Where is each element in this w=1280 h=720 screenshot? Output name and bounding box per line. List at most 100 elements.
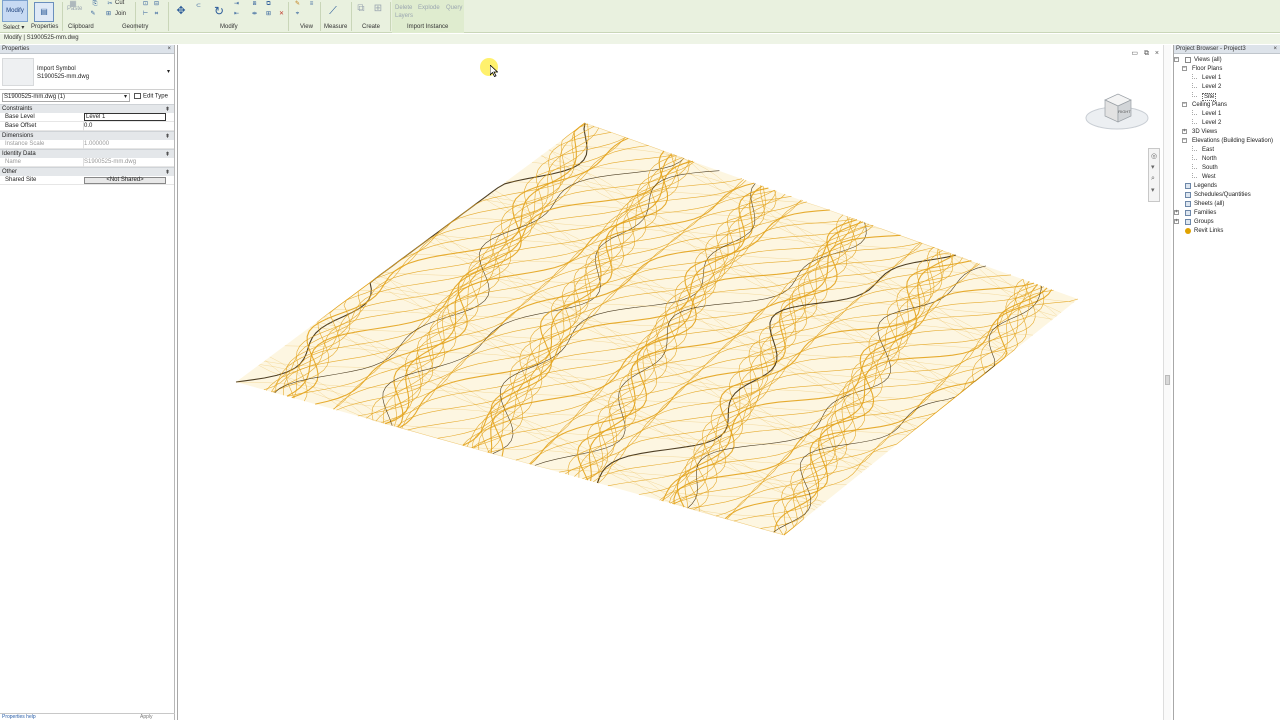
section-other[interactable]: Other ⇞	[0, 167, 174, 176]
browser-node[interactable]: Level 2	[1174, 83, 1280, 92]
hide-icon[interactable]: ⌖	[293, 10, 302, 18]
mirror-icon[interactable]: ⧈	[250, 0, 259, 8]
collapse-icon[interactable]: −	[1182, 66, 1187, 71]
canvas-scrollbar[interactable]	[1163, 45, 1171, 720]
apply-button[interactable]: Apply	[140, 714, 153, 720]
chevron-down-icon[interactable]: ▾	[1151, 186, 1155, 194]
browser-node[interactable]: Legends	[1174, 182, 1280, 191]
collapse-icon[interactable]: ⇞	[165, 151, 170, 158]
override-graphics-icon[interactable]: ✎	[293, 0, 302, 8]
move-icon[interactable]: ✥	[174, 4, 188, 18]
wall-joins-icon[interactable]: ⊢	[141, 10, 150, 18]
close-icon[interactable]: ×	[167, 46, 171, 52]
import-instance-panel: Delete Layers Explode Query Import Insta…	[392, 0, 464, 33]
properties-help-link[interactable]: Properties help	[2, 714, 36, 720]
browser-node[interactable]: − Views (all)	[1174, 56, 1280, 65]
viewcube-icon[interactable]: RIGHT	[1085, 86, 1149, 134]
browser-node[interactable]: − Elevations (Building Elevation)	[1174, 137, 1280, 146]
properties-icon[interactable]: ▤	[34, 2, 54, 22]
paste-label[interactable]: Paste	[67, 6, 82, 12]
base-offset-field[interactable]: 0.0	[84, 123, 92, 129]
query-label[interactable]: Query	[446, 5, 462, 11]
zoom-icon[interactable]: ⌕	[1151, 175, 1155, 183]
browser-node[interactable]: West	[1174, 173, 1280, 182]
cut-geometry-icon[interactable]: ⊟	[152, 0, 161, 8]
browser-node[interactable]: − Floor Plans	[1174, 65, 1280, 74]
collapse-icon[interactable]: −	[1174, 57, 1179, 62]
chevron-down-icon: ▾	[123, 94, 127, 100]
section-dimensions[interactable]: Dimensions ⇞	[0, 131, 174, 140]
chevron-down-icon[interactable]: ▾	[1151, 163, 1155, 171]
delete-layers-label-1[interactable]: Delete	[395, 5, 412, 11]
browser-node[interactable]: Level 1	[1174, 74, 1280, 83]
browser-node[interactable]: Level 1	[1174, 110, 1280, 119]
explode-label[interactable]: Explode	[418, 5, 440, 11]
cut-icon[interactable]: ✂	[106, 0, 114, 7]
join-label[interactable]: Join	[115, 11, 126, 17]
collapse-icon[interactable]: ⇞	[165, 133, 170, 140]
align-icon[interactable]: ⇥	[232, 0, 241, 8]
browser-node-label: Views (all)	[1194, 57, 1222, 63]
close-icon[interactable]: ×	[1273, 46, 1277, 52]
base-level-value: Level 1	[86, 114, 106, 120]
copy-element-icon[interactable]: ⧉	[264, 0, 273, 8]
create-group-icon[interactable]: ⊞	[372, 3, 384, 15]
collapse-icon[interactable]: ⇞	[165, 106, 170, 113]
offset-icon[interactable]: ⊂	[194, 2, 203, 10]
browser-node[interactable]: North	[1174, 155, 1280, 164]
split-icon[interactable]: ⇹	[250, 10, 259, 18]
browser-node[interactable]: + Groups	[1174, 218, 1280, 227]
browser-node[interactable]: − Ceiling Plans	[1174, 101, 1280, 110]
instance-filter-row: S1900525-mm.dwg (1) ▾ Edit Type	[0, 90, 174, 104]
match-properties-icon[interactable]: ✎	[89, 10, 97, 18]
chevron-down-icon[interactable]: ▾	[167, 68, 170, 75]
browser-node[interactable]: +3D Views	[1174, 128, 1280, 137]
collapse-icon[interactable]: −	[1182, 102, 1187, 107]
edit-type-button[interactable]: Edit Type	[134, 93, 168, 100]
delete-icon[interactable]: ✕	[277, 10, 286, 18]
shared-site-button[interactable]: <Not Shared>	[84, 177, 166, 184]
expand-icon[interactable]: +	[1174, 210, 1179, 215]
linework-icon[interactable]: ≡	[307, 0, 316, 8]
array-icon[interactable]: ⊞	[264, 10, 273, 18]
browser-node-label: Level 1	[1202, 111, 1222, 117]
navigation-bar[interactable]: ◎ ▾ ⌕ ▾	[1148, 148, 1160, 202]
section-constraints[interactable]: Constraints ⇞	[0, 104, 174, 113]
base-level-field[interactable]: Level 1	[84, 113, 166, 121]
measure-icon[interactable]: ⟋	[326, 4, 340, 18]
browser-node[interactable]: Level 2	[1174, 119, 1280, 128]
rotate-icon[interactable]: ↻	[212, 4, 226, 18]
browser-node[interactable]: Revit Links	[1174, 227, 1280, 236]
copy-icon[interactable]: ⎘	[91, 0, 99, 7]
view-window-controls[interactable]: ▭ ⧉ ×	[1131, 49, 1161, 58]
type-selector[interactable]: Import Symbol S1900525-mm.dwg ▾	[0, 54, 174, 90]
views-icon	[1185, 57, 1191, 63]
browser-node[interactable]: South	[1174, 164, 1280, 173]
section-identity-data[interactable]: Identity Data ⇞	[0, 149, 174, 158]
trim-icon[interactable]: ⇤	[232, 10, 241, 18]
scroll-thumb[interactable]	[1165, 375, 1170, 385]
property-row-base-level: Base Level Level 1	[0, 113, 174, 122]
browser-node[interactable]: Sheets (all)	[1174, 200, 1280, 209]
join-icon[interactable]: ⊞	[104, 10, 113, 18]
instance-filter-dropdown[interactable]: S1900525-mm.dwg (1) ▾	[2, 93, 130, 102]
browser-node[interactable]: East	[1174, 146, 1280, 155]
steering-wheel-icon[interactable]: ◎	[1151, 152, 1157, 160]
modify-button[interactable]: Modify	[2, 0, 28, 22]
browser-node[interactable]: Schedules/Quantities	[1174, 191, 1280, 200]
collapse-icon[interactable]: ⇞	[165, 169, 170, 176]
context-label: Modify | S1900525-mm.dwg	[4, 35, 79, 41]
properties-button-label[interactable]: Properties	[31, 24, 58, 30]
collapse-icon[interactable]: −	[1182, 138, 1187, 143]
select-dropdown[interactable]: Select ▾	[3, 24, 24, 31]
cope-icon[interactable]: ⊡	[141, 0, 150, 8]
browser-node[interactable]: Site	[1174, 92, 1280, 101]
drawing-canvas[interactable]: ▭ ⧉ × RIGHT ◎ ▾ ⌕ ▾	[177, 45, 1171, 720]
expand-icon[interactable]: +	[1182, 129, 1187, 134]
create-similar-icon[interactable]: ⧉	[355, 3, 367, 15]
paint-icon[interactable]: ⌗	[152, 10, 161, 18]
delete-layers-label-2[interactable]: Layers	[395, 13, 413, 19]
browser-node[interactable]: + Families	[1174, 209, 1280, 218]
cut-label[interactable]: Cut	[115, 0, 124, 6]
expand-icon[interactable]: +	[1174, 219, 1179, 224]
